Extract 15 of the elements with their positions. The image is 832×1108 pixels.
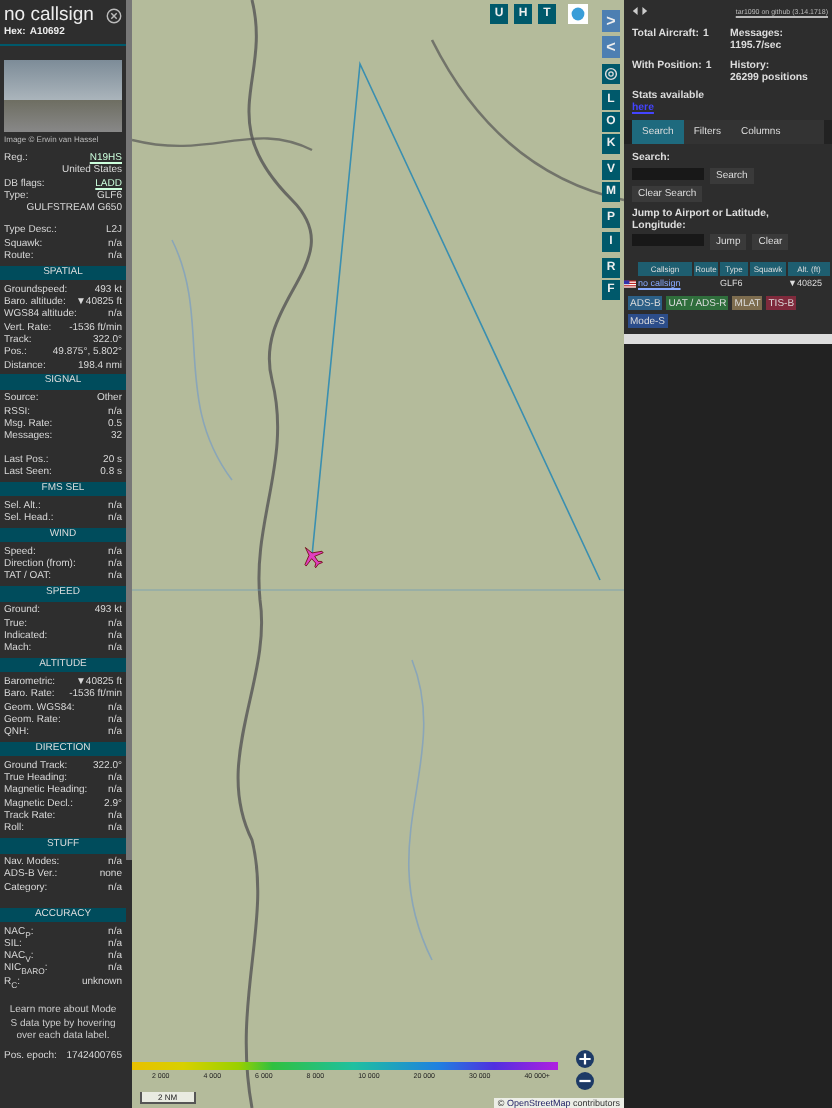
zoom-out-button[interactable] bbox=[576, 1072, 594, 1090]
settings-icon[interactable] bbox=[602, 64, 620, 84]
panel-toggle-button[interactable]: < bbox=[602, 36, 620, 58]
aircraft-icon[interactable] bbox=[300, 544, 324, 568]
flag-icon bbox=[624, 280, 636, 288]
scrollbar[interactable] bbox=[624, 334, 832, 344]
minus-icon bbox=[578, 1074, 592, 1088]
callsign-title: no callsign bbox=[4, 4, 94, 26]
plus-icon bbox=[578, 1052, 592, 1066]
photo-placeholder bbox=[4, 60, 122, 132]
globe-icon[interactable] bbox=[568, 4, 588, 24]
zoom-in-button[interactable] bbox=[576, 1050, 594, 1068]
scrollbar[interactable] bbox=[126, 0, 132, 860]
panel-toggle-button[interactable]: > bbox=[602, 10, 620, 32]
close-icon[interactable] bbox=[106, 7, 122, 23]
